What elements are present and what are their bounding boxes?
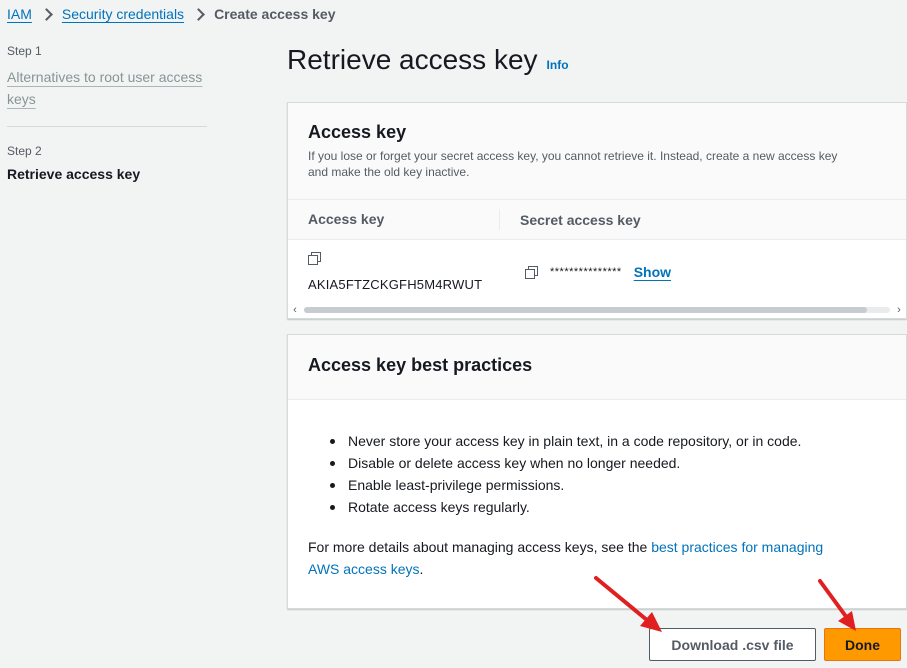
- chevron-right-icon[interactable]: ›: [892, 304, 906, 316]
- best-practices-panel-header: Access key best practices: [288, 335, 906, 400]
- scrollbar-thumb[interactable]: [304, 307, 867, 313]
- breadcrumb-current: Create access key: [214, 6, 336, 22]
- secret-key-mask: ***************: [550, 266, 622, 278]
- step-2-title: Retrieve access key: [7, 166, 141, 182]
- chevron-right-icon: [40, 7, 53, 21]
- access-key-panel-header: Access key If you lose or forget your se…: [288, 103, 906, 199]
- more-suffix: .: [419, 561, 424, 577]
- secret-access-key-cell: *************** Show: [525, 264, 671, 280]
- more-prefix: For more details about managing access k…: [308, 539, 652, 555]
- list-item: Disable or delete access key when no lon…: [328, 452, 886, 474]
- access-key-cell: AKIA5FTZCKGFH5M4RWUT: [308, 252, 482, 292]
- step-divider: [7, 126, 207, 127]
- breadcrumb-security-credentials-link[interactable]: Security credentials: [62, 6, 184, 22]
- scrollbar-track[interactable]: [304, 307, 890, 313]
- best-practices-body: Never store your access key in plain tex…: [288, 400, 906, 580]
- column-header-access-key: Access key: [288, 209, 500, 230]
- wizard-steps: Step 1 Alternatives to root user access …: [7, 44, 207, 182]
- access-key-panel-title: Access key: [308, 122, 407, 142]
- best-practices-panel-title: Access key best practices: [308, 355, 533, 375]
- table-row: AKIA5FTZCKGFH5M4RWUT *************** Sho…: [288, 240, 906, 302]
- page-title-text: Retrieve access key: [287, 44, 538, 75]
- step-1-link[interactable]: Alternatives to root user access keys: [7, 66, 207, 110]
- info-link[interactable]: Info: [547, 58, 569, 72]
- step-2-number: Step 2: [7, 144, 42, 158]
- chevron-left-icon[interactable]: ‹: [288, 304, 302, 316]
- page-title: Retrieve access key Info: [287, 44, 569, 76]
- show-secret-link[interactable]: Show: [634, 264, 671, 280]
- list-item: Never store your access key in plain tex…: [328, 430, 886, 452]
- access-key-panel: Access key If you lose or forget your se…: [287, 102, 907, 319]
- best-practices-panel: Access key best practices Never store yo…: [287, 334, 907, 609]
- breadcrumb: IAM Security credentials Create access k…: [7, 6, 336, 22]
- download-csv-button[interactable]: Download .csv file: [649, 628, 816, 661]
- copy-icon[interactable]: [525, 265, 538, 279]
- done-button[interactable]: Done: [824, 628, 901, 661]
- copy-icon[interactable]: [308, 252, 321, 265]
- horizontal-scrollbar[interactable]: ‹ ›: [288, 302, 906, 318]
- access-key-table-header: Access key Secret access key: [288, 199, 906, 240]
- chevron-right-icon: [192, 7, 205, 21]
- best-practices-more-text: For more details about managing access k…: [308, 536, 886, 580]
- access-key-value: AKIA5FTZCKGFH5M4RWUT: [308, 277, 483, 292]
- access-key-panel-description: If you lose or forget your secret access…: [308, 149, 838, 179]
- breadcrumb-iam-link[interactable]: IAM: [7, 6, 32, 22]
- best-practices-list: Never store your access key in plain tex…: [328, 430, 886, 518]
- list-item: Enable least-privilege permissions.: [328, 474, 886, 496]
- list-item: Rotate access keys regularly.: [328, 496, 886, 518]
- step-1-number: Step 1: [7, 44, 42, 58]
- column-header-secret-access-key: Secret access key: [520, 211, 641, 228]
